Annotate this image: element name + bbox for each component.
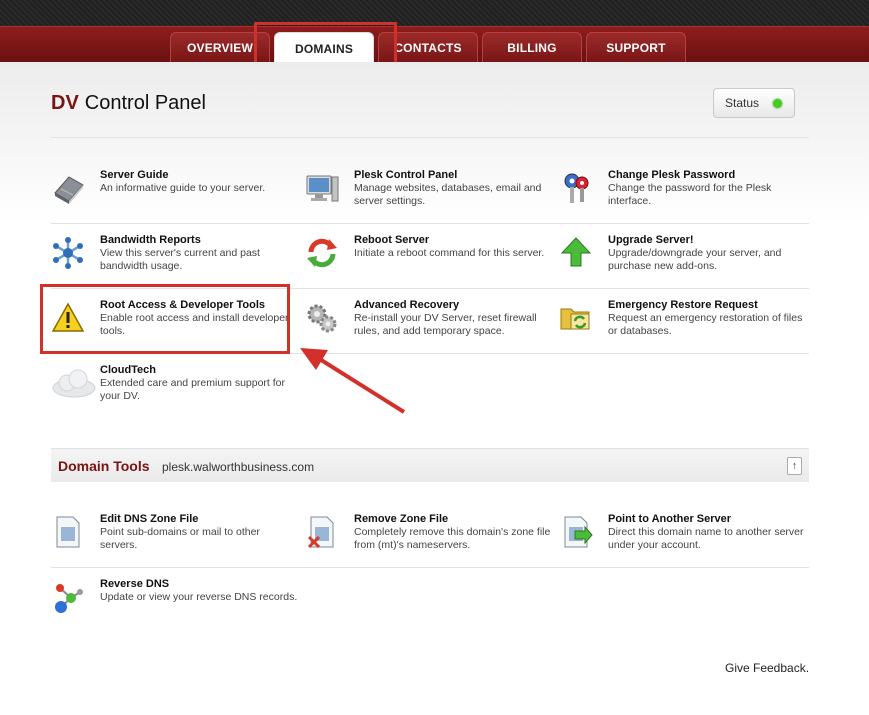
item-description: Upgrade/downgrade your server, and purch… [608,247,782,272]
item-title: Advanced Recovery [354,299,460,311]
item-description: Change the password for the Plesk interf… [608,182,772,207]
title-text: Control Panel [84,92,206,114]
keys-icon [564,173,589,203]
item-description: Initiate a reboot command for this serve… [354,247,545,259]
item-title: Server Guide [100,169,169,181]
collapse-arrow-icon[interactable]: ↑ [787,457,802,475]
item-description: An informative guide to your server. [100,182,266,194]
cloudtech-item[interactable]: CloudTech Extended care and premium supp… [51,364,301,424]
title-prefix: DV [51,92,79,114]
reboot-server-item[interactable]: Reboot Server Initiate a reboot command … [305,234,555,294]
change-plesk-password-item[interactable]: Change Plesk Password Change the passwor… [559,169,809,229]
item-description: Request an emergency restoration of file… [608,312,803,337]
item-title: Change Plesk Password [608,169,736,181]
item-title: Reboot Server [354,234,430,246]
item-description: Point sub-domains or mail to other serve… [100,526,260,551]
status-label: Status [725,96,760,110]
server-guide-item[interactable]: Server Guide An informative guide to you… [51,169,301,229]
domain-tools-title: Domain Tools [58,458,150,474]
root-access-highlight [40,284,290,354]
reverse-dns-item[interactable]: Reverse DNS Update or view your reverse … [51,578,301,638]
domain-tools-header: Domain Tools plesk.walworthbusiness.com … [51,448,809,482]
document-arrow-icon [564,516,593,548]
reboot-icon [307,238,337,268]
item-title: Upgrade Server! [608,234,694,246]
status-button[interactable]: Status [713,88,795,118]
document-icon [56,516,80,548]
point-to-another-server-item[interactable]: Point to Another Server Direct this doma… [559,513,809,573]
plesk-control-panel-item[interactable]: Plesk Control Panel Manage websites, dat… [305,169,555,229]
annotation-arrow-icon [300,348,406,414]
item-title: Point to Another Server [608,513,732,525]
upgrade-server-item[interactable]: Upgrade Server! Upgrade/downgrade your s… [559,234,809,294]
item-title: Emergency Restore Request [608,299,758,311]
book-icon [54,176,84,204]
item-description: Direct this domain name to another serve… [608,526,804,551]
item-description: Re-install your DV Server, reset firewal… [354,312,537,337]
molecule-icon [55,584,83,613]
computer-icon [306,175,339,202]
item-description: Update or view your reverse DNS records. [100,591,298,603]
tab-billing[interactable]: BILLING [482,32,582,62]
row-divider [51,223,809,224]
domain-name: plesk.walworthbusiness.com [162,460,315,474]
item-title: Remove Zone File [354,513,449,525]
give-feedback-link[interactable]: Give Feedback. [725,661,809,675]
item-title: Plesk Control Panel [354,169,458,181]
edit-dns-zone-file-item[interactable]: Edit DNS Zone File Point sub-domains or … [51,513,301,573]
status-indicator-icon [773,99,782,108]
item-title: Edit DNS Zone File [100,513,199,525]
network-icon [53,237,83,269]
item-title: CloudTech [100,364,157,376]
item-description: Completely remove this domain's zone fil… [354,526,551,551]
upgrade-arrow-icon [560,237,592,267]
item-title: Bandwidth Reports [100,234,201,246]
item-description: View this server's current and past band… [100,247,260,272]
tab-support[interactable]: SUPPORT [586,32,686,62]
document-remove-icon [307,516,334,549]
folder-restore-icon [560,308,590,330]
emergency-restore-request-item[interactable]: Emergency Restore Request Request an eme… [559,299,809,359]
row-divider [51,567,809,568]
item-description: Extended care and premium support for yo… [100,377,286,402]
remove-zone-file-item[interactable]: Remove Zone File Completely remove this … [305,513,555,573]
page-title: DV Control Panel [51,92,206,115]
divider [51,137,809,138]
cloud-icon [52,369,96,398]
gears-icon [307,304,337,333]
item-title: Reverse DNS [100,578,170,590]
item-description: Manage websites, databases, email and se… [354,182,542,207]
